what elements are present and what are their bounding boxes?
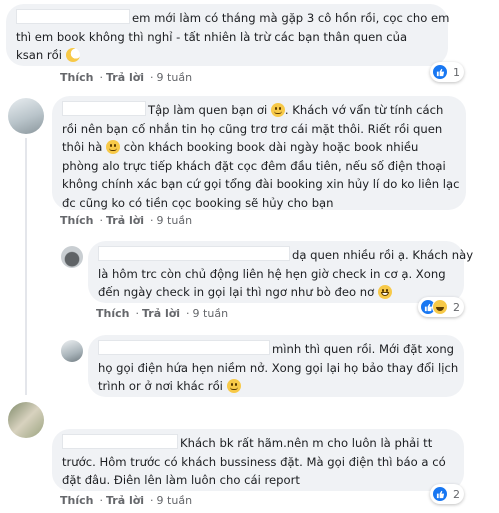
like-link[interactable]: Thích [60,494,93,507]
comment-text-line: . Khách vớ vẩn từ tính cách [284,103,444,117]
timestamp[interactable]: 9 tuần [157,71,193,84]
separator: · [99,214,103,227]
comment-text-line: là hôm trc còn chủ động liên hệ hẹn giờ … [98,266,446,281]
comment-text-line: họ gọi điện hứa hẹn niềm nở. Xong gọi lạ… [98,360,459,375]
reaction-summary[interactable]: 1 [430,62,464,82]
comment-bubble: em mới làm có tháng mà gặp 3 cô hồn rồi,… [6,4,450,66]
separator: · [150,214,154,227]
comment-text-line: dạ quen nhiều rồi ạ. Khách này [292,248,474,262]
moon-emoji [65,48,80,63]
smile-emoji [106,140,121,155]
comment-bubble: Khách bk rất hãm.nên m cho luôn là phải … [52,429,464,491]
grin-emoji [377,285,392,300]
avatar[interactable] [8,98,44,134]
reaction-summary[interactable]: 2 [418,297,464,317]
comment-text-line: đặt đâu. Điên lên làm luôn cho cái repor… [62,473,300,488]
commenter-name-redacted[interactable] [62,434,178,449]
commenter-name-redacted[interactable] [98,246,290,261]
timestamp[interactable]: 9 tuần [157,494,193,507]
comment-text-line: trước. Hôm trước có khách bussiness đặt.… [62,454,446,469]
reply-link[interactable]: Trả lời [142,307,180,320]
comment-text-line: thì em book không thì nghỉ - tất nhiên l… [16,29,408,44]
comment-text-line: trình or ở nơi khác rồi [98,379,223,394]
separator: · [150,494,154,507]
comment-bubble: mình thì quen rồi. Mới đặt xong họ gọi đ… [88,335,464,397]
comment-text-line: em mới làm có tháng mà gặp 3 cô hồn rồi,… [132,11,450,25]
comment-text-line: Khách bk rất hãm.nên m cho luôn là phải … [180,436,433,450]
avatar[interactable] [61,246,83,268]
reply-link[interactable]: Trả lời [106,214,144,227]
like-icon [432,486,448,502]
separator: · [135,307,139,320]
avatar[interactable] [61,340,83,362]
avatar[interactable] [8,402,44,438]
smile-emoji [270,103,285,117]
reply-link[interactable]: Trả lời [106,494,144,507]
commenter-name-redacted[interactable] [16,9,130,24]
like-link[interactable]: Thích [96,307,129,320]
comment-bubble: Tập làm quen bạn ơi . Khách vớ vẩn từ tí… [52,96,466,210]
comment-text-line: rồi nên bạn cố nhắn tin họ cũng trơ trơ … [62,121,443,136]
commenter-name-redacted[interactable] [62,101,146,116]
haha-icon [432,299,448,315]
reply-thread-line [25,138,27,395]
comment-text-line: không chính xác bạn cứ gọi tổng đài book… [62,177,460,192]
reply-link[interactable]: Trả lời [106,71,144,84]
comment-text-line: Tập làm quen bạn ơi [148,103,268,117]
comment-text-line: đc cũng ko có tiền cọc booking sẽ hủy ch… [62,195,334,210]
comment-text-line: ksan rồi [16,48,62,63]
reaction-count: 1 [453,65,460,79]
comment-text-line: phòng alo trực tiếp khách đặt cọc đêm đầ… [62,158,446,173]
timestamp[interactable]: 9 tuần [157,214,193,227]
separator: · [99,71,103,84]
like-icon [432,64,448,80]
comment-actions: Thích · Trả lời · 9 tuần [60,494,192,507]
separator: · [99,494,103,507]
smile-emoji [226,379,241,394]
separator: · [186,307,190,320]
reaction-summary[interactable]: 2 [430,484,464,504]
comment-actions: Thích · Trả lời · 9 tuần [60,214,192,227]
timestamp[interactable]: 9 tuần [193,307,229,320]
reaction-count: 2 [453,487,460,501]
comment-text-line: mình thì quen rồi. Mới đặt xong [272,342,455,356]
comment-actions: Thích · Trả lời · 9 tuần [96,307,228,320]
comment-actions: Thích · Trả lời · 9 tuần [60,71,192,84]
comment-bubble: dạ quen nhiều rồi ạ. Khách này là hôm tr… [88,241,473,303]
comment-text-line: còn khách booking book dài ngày hoặc boo… [120,140,419,155]
reaction-count: 2 [453,300,460,314]
like-link[interactable]: Thích [60,71,93,84]
comment-text-line: đến ngày check in gọi lại thì ngơ như bò… [98,285,375,300]
comment-text-line: thôi hà [62,140,103,155]
separator: · [150,71,154,84]
like-link[interactable]: Thích [60,214,93,227]
commenter-name-redacted[interactable] [98,340,270,355]
